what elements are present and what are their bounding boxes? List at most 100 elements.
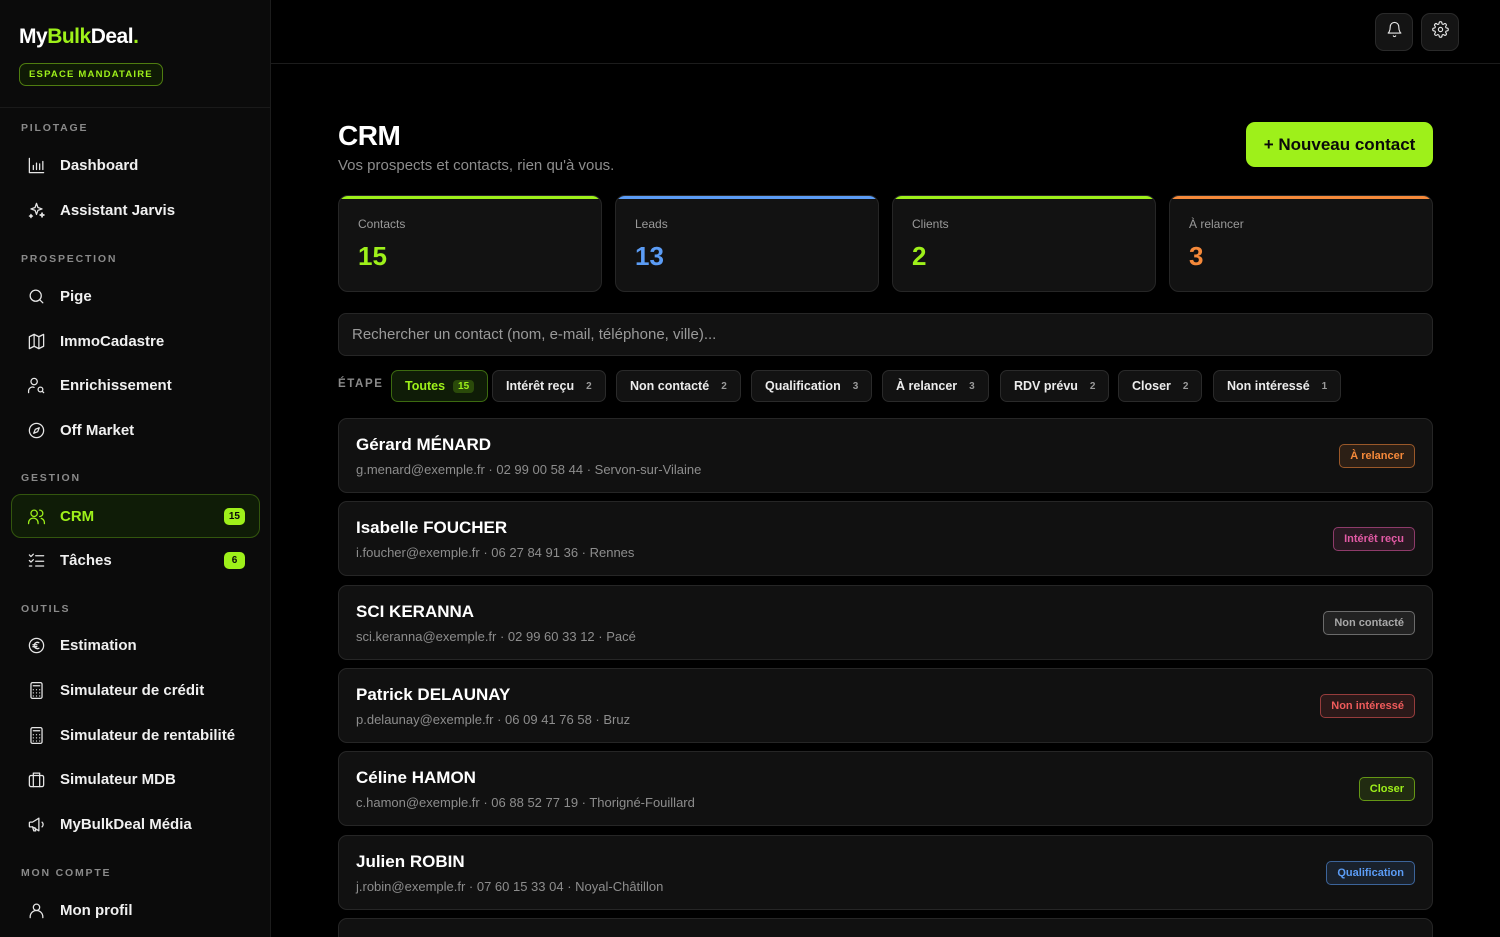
filter-chip-closer[interactable]: Closer 2 xyxy=(1118,370,1203,402)
compass-icon xyxy=(26,420,46,440)
contact-details: c.hamon@exemple.fr · 06 88 52 77 19 · Th… xyxy=(356,795,695,810)
chip-count: 2 xyxy=(1089,380,1096,392)
stat-value: 3 xyxy=(1189,241,1204,271)
chip-count: 1 xyxy=(1321,380,1328,392)
users-icon xyxy=(26,506,46,526)
stat-value: 15 xyxy=(358,241,387,271)
notifications-button[interactable] xyxy=(1375,13,1413,51)
chip-count: 3 xyxy=(969,380,975,392)
chip-label: Toutes xyxy=(405,379,446,393)
contact-details: g.menard@exemple.fr · 02 99 00 58 44 · S… xyxy=(356,462,702,477)
sidebar-item-simulateur-mdb[interactable]: Simulateur MDB xyxy=(11,757,260,801)
stat-accent-bar xyxy=(1170,196,1432,199)
chip-label: Intérêt reçu xyxy=(506,379,575,393)
contact-search-input[interactable] xyxy=(338,313,1433,356)
stage-badge: Closer xyxy=(1358,777,1415,801)
stage-badge: Qualification xyxy=(1326,861,1415,885)
sidebar: MyBulkDeal. ESPACE MANDATAIRE PILOTAGE D… xyxy=(0,0,271,937)
stat-accent-bar xyxy=(339,196,601,199)
contact-name: Patrick DELAUNAY xyxy=(356,685,511,704)
contact-row[interactable]: Patrick DELAUNAY p.delaunay@exemple.fr ·… xyxy=(338,668,1433,743)
stat-card-a-relancer: À relancer 3 xyxy=(1169,195,1433,292)
user-search-icon xyxy=(26,375,46,395)
stat-value: 2 xyxy=(912,241,927,271)
new-contact-button[interactable]: + Nouveau contact xyxy=(1246,122,1433,167)
contact-row-partial[interactable] xyxy=(338,918,1433,937)
calculator-icon xyxy=(26,725,46,745)
taches-count-badge: 6 xyxy=(224,552,245,569)
filter-chip-non-interesse[interactable]: Non intéressé 1 xyxy=(1213,370,1342,402)
contact-row[interactable]: Gérard MÉNARD g.menard@exemple.fr · 02 9… xyxy=(338,418,1433,493)
sidebar-item-label: ImmoCadastre xyxy=(60,332,165,350)
filter-chip-a-relancer[interactable]: À relancer 3 xyxy=(882,370,989,402)
chip-count: 2 xyxy=(721,380,727,392)
sidebar-item-enrichissement[interactable]: Enrichissement xyxy=(11,363,260,407)
section-pilotage: PILOTAGE xyxy=(21,122,89,134)
sidebar-item-label: Simulateur de crédit xyxy=(60,681,205,699)
filter-chip-toutes[interactable]: Toutes 15 xyxy=(391,370,489,402)
sidebar-item-label: Tâches xyxy=(60,551,112,569)
stage-badge: Non contacté xyxy=(1323,611,1415,635)
contact-details: sci.keranna@exemple.fr · 02 99 60 33 12 … xyxy=(356,629,636,644)
section-mon-compte: MON COMPTE xyxy=(21,867,112,879)
page-title: CRM xyxy=(338,120,401,151)
topbar xyxy=(271,0,1500,64)
chip-count: 15 xyxy=(453,379,475,393)
bar-chart-icon xyxy=(26,155,46,175)
search-icon xyxy=(26,286,46,306)
filter-chip-interet-recu[interactable]: Intérêt reçu 2 xyxy=(492,370,606,402)
sidebar-item-simulateur-rentabilite[interactable]: Simulateur de rentabilité xyxy=(11,713,260,757)
sidebar-item-pige[interactable]: Pige xyxy=(11,274,260,318)
contact-name: Céline HAMON xyxy=(356,768,476,787)
sidebar-item-simulateur-credit[interactable]: Simulateur de crédit xyxy=(11,668,260,712)
sidebar-item-immocadastre[interactable]: ImmoCadastre xyxy=(11,319,260,363)
sidebar-item-media[interactable]: MyBulkDeal Média xyxy=(11,802,260,846)
stat-card-clients: Clients 2 xyxy=(892,195,1156,292)
brand: MyBulkDeal. ESPACE MANDATAIRE xyxy=(0,0,270,108)
chip-label: Closer xyxy=(1132,379,1171,393)
contact-row[interactable]: SCI KERANNA sci.keranna@exemple.fr · 02 … xyxy=(338,585,1433,660)
sidebar-item-jarvis[interactable]: Assistant Jarvis xyxy=(11,188,260,232)
sidebar-item-label: Dashboard xyxy=(60,156,139,174)
sidebar-item-label: Pige xyxy=(60,287,92,305)
stat-accent-bar xyxy=(616,196,878,199)
sidebar-item-taches[interactable]: Tâches 6 xyxy=(11,538,260,582)
sidebar-item-label: MyBulkDeal Média xyxy=(60,815,192,833)
stage-badge: Intérêt reçu xyxy=(1333,527,1415,551)
contact-details: i.foucher@exemple.fr · 06 27 84 91 36 · … xyxy=(356,545,635,560)
contact-name: Isabelle FOUCHER xyxy=(356,518,508,537)
etape-filter-label: ÉTAPE xyxy=(338,378,384,390)
bell-icon xyxy=(1386,21,1403,43)
filter-chip-qualification[interactable]: Qualification 3 xyxy=(751,370,873,402)
sidebar-item-label: Simulateur MDB xyxy=(60,770,176,788)
sidebar-item-off-market[interactable]: Off Market xyxy=(11,408,260,452)
contact-name: Julien ROBIN xyxy=(356,852,465,871)
sidebar-item-label: Enrichissement xyxy=(60,376,172,394)
sparkles-icon xyxy=(26,200,46,220)
logo[interactable]: MyBulkDeal. xyxy=(19,25,270,49)
filter-chip-non-contacte[interactable]: Non contacté 2 xyxy=(616,370,741,402)
section-prospection: PROSPECTION xyxy=(21,253,118,265)
sidebar-item-mon-profil[interactable]: Mon profil xyxy=(11,888,260,932)
sidebar-item-dashboard[interactable]: Dashboard xyxy=(11,143,260,187)
sidebar-item-label: Simulateur de rentabilité xyxy=(60,726,236,744)
stat-label: Contacts xyxy=(358,217,406,231)
sidebar-item-estimation[interactable]: Estimation xyxy=(11,623,260,667)
contact-row[interactable]: Céline HAMON c.hamon@exemple.fr · 06 88 … xyxy=(338,751,1433,826)
stat-value: 13 xyxy=(635,241,664,271)
sidebar-item-crm[interactable]: CRM 15 xyxy=(11,494,260,538)
gear-icon xyxy=(1431,21,1449,43)
contact-row[interactable]: Isabelle FOUCHER i.foucher@exemple.fr · … xyxy=(338,501,1433,576)
chip-label: Qualification xyxy=(765,379,841,393)
map-icon xyxy=(26,331,46,351)
contact-row[interactable]: Julien ROBIN j.robin@exemple.fr · 07 60 … xyxy=(338,835,1433,910)
stat-card-leads: Leads 13 xyxy=(615,195,879,292)
chip-count: 3 xyxy=(852,380,859,392)
settings-button[interactable] xyxy=(1421,13,1459,51)
stat-label: Leads xyxy=(635,217,668,231)
sidebar-item-label: Off Market xyxy=(60,421,135,439)
contact-name: Gérard MÉNARD xyxy=(356,435,492,454)
sidebar-item-label: Estimation xyxy=(60,636,137,654)
filter-chip-rdv-prevu[interactable]: RDV prévu 2 xyxy=(1000,370,1110,402)
megaphone-icon xyxy=(26,814,46,834)
